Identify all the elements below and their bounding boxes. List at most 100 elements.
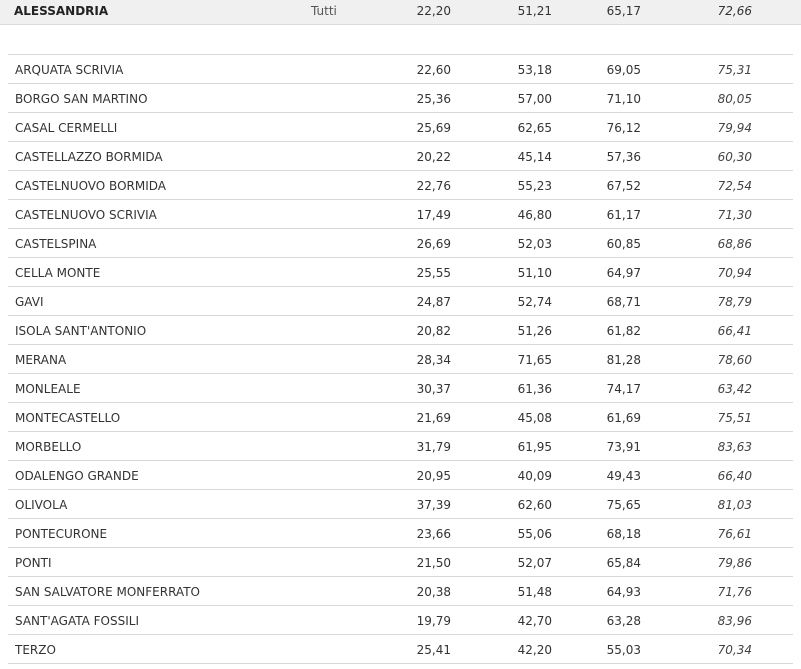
value-2-cell: 52,07 [517,556,552,570]
value-1-cell: 37,39 [416,498,451,512]
value-2-cell: 61,95 [517,440,552,454]
table-row: ARQUATA SCRIVIA 22,60 53,18 69,05 75,31 [8,55,793,84]
value-2-cell: 61,36 [517,382,552,396]
value-3-cell: 55,03 [606,643,641,657]
table-row: BORGO SAN MARTINO 25,36 57,00 71,10 80,05 [8,84,793,113]
value-1-cell: 20,95 [416,469,451,483]
municipality-name: CASAL CERMELLI [15,121,118,135]
value-3-cell: 68,18 [606,527,641,541]
value-4-cell: 60,30 [717,150,752,164]
value-3-cell: 49,43 [606,469,641,483]
table-row: TERZO 25,41 42,20 55,03 70,34 [8,635,793,664]
value-1-cell: 21,69 [416,411,451,425]
municipality-name: CASTELLAZZO BORMIDA [15,150,163,164]
value-1-cell: 25,41 [416,643,451,657]
value-2-cell: 57,00 [517,92,552,106]
value-2-cell: 55,06 [517,527,552,541]
value-3-cell: 71,10 [606,92,641,106]
table-row: GAVI 24,87 52,74 68,71 78,79 [8,287,793,316]
value-4-cell: 79,94 [717,121,752,135]
province-summary-row: ALESSANDRIA Tutti 22,20 51,21 65,17 72,6… [0,0,801,25]
value-3-cell: 63,28 [606,614,641,628]
value-2-cell: 71,65 [517,353,552,367]
value-2-cell: 52,74 [517,295,552,309]
results-table-page: ALESSANDRIA Tutti 22,20 51,21 65,17 72,6… [0,0,801,669]
value-1-cell: 20,38 [416,585,451,599]
value-4-cell: 75,31 [717,63,752,77]
value-3-cell: 69,05 [606,63,641,77]
value-2-cell: 42,20 [517,643,552,657]
table-row: ODALENGO GRANDE 20,95 40,09 49,43 66,40 [8,461,793,490]
value-4-cell: 66,40 [717,469,752,483]
value-2-cell: 40,09 [517,469,552,483]
municipality-name: ISOLA SANT'ANTONIO [15,324,147,338]
municipality-name: CELLA MONTE [15,266,101,280]
table-row: MERANA 28,34 71,65 81,28 78,60 [8,345,793,374]
municipality-name: CASTELSPINA [15,237,97,251]
table-row: SAN SALVATORE MONFERRATO 20,38 51,48 64,93 7… [8,577,793,606]
table-row: CASTELSPINA 26,69 52,03 60,85 68,86 [8,229,793,258]
value-3-cell: 64,97 [606,266,641,280]
value-3-cell: 75,65 [606,498,641,512]
value-3-cell: 61,82 [606,324,641,338]
value-4-cell: 71,30 [717,208,752,222]
value-3-cell: 65,84 [606,556,641,570]
value-1-cell: 19,79 [416,614,451,628]
value-1-cell: 23,66 [416,527,451,541]
province-scope: Tutti [311,4,337,18]
value-2-cell: 42,70 [517,614,552,628]
value-1-cell: 26,69 [416,237,451,251]
value-4-cell: 78,79 [717,295,752,309]
value-1-cell: 20,22 [416,150,451,164]
table-row: PONTI 21,50 52,07 65,84 79,86 [8,548,793,577]
value-1-cell: 28,34 [416,353,451,367]
province-value-3: 65,17 [606,4,641,18]
value-4-cell: 83,63 [717,440,752,454]
municipality-name: BORGO SAN MARTINO [15,92,148,106]
municipality-name: ODALENGO GRANDE [15,469,139,483]
municipality-name: PONTECURONE [15,527,108,541]
value-4-cell: 83,96 [717,614,752,628]
value-2-cell: 53,18 [517,63,552,77]
value-4-cell: 72,54 [717,179,752,193]
table-row: CASTELNUOVO BORMIDA 22,76 55,23 67,52 72,54 [8,171,793,200]
province-name: ALESSANDRIA [14,4,109,18]
value-1-cell: 20,82 [416,324,451,338]
municipality-name: PONTI [15,556,52,570]
blank-row-separator [8,25,793,55]
municipality-name: OLIVOLA [15,498,68,512]
value-1-cell: 22,76 [416,179,451,193]
value-4-cell: 70,94 [717,266,752,280]
municipality-name: MERANA [15,353,67,367]
value-2-cell: 45,14 [517,150,552,164]
table-row: MORBELLO 31,79 61,95 73,91 83,63 [8,432,793,461]
value-4-cell: 81,03 [717,498,752,512]
table-row: ISOLA SANT'ANTONIO 20,82 51,26 61,82 66,41 [8,316,793,345]
value-3-cell: 60,85 [606,237,641,251]
value-4-cell: 71,76 [717,585,752,599]
value-3-cell: 68,71 [606,295,641,309]
value-2-cell: 62,60 [517,498,552,512]
value-1-cell: 25,36 [416,92,451,106]
value-4-cell: 76,61 [717,527,752,541]
municipality-name: GAVI [15,295,44,309]
province-value-1: 22,20 [416,4,451,18]
value-2-cell: 55,23 [517,179,552,193]
value-4-cell: 80,05 [717,92,752,106]
value-2-cell: 51,26 [517,324,552,338]
value-1-cell: 24,87 [416,295,451,309]
value-4-cell: 68,86 [717,237,752,251]
municipality-name: MORBELLO [15,440,82,454]
value-3-cell: 81,28 [606,353,641,367]
province-value-4: 72,66 [717,4,752,18]
municipality-name: ARQUATA SCRIVIA [15,63,124,77]
value-4-cell: 63,42 [717,382,752,396]
municipality-name: MONTECASTELLO [15,411,121,425]
value-4-cell: 79,86 [717,556,752,570]
value-1-cell: 21,50 [416,556,451,570]
value-3-cell: 64,93 [606,585,641,599]
municipality-table-body: ARQUATA SCRIVIA 22,60 53,18 69,05 75,31 BORGO… [8,55,793,664]
municipality-name: TERZO [15,643,56,657]
value-1-cell: 17,49 [416,208,451,222]
value-1-cell: 22,60 [416,63,451,77]
